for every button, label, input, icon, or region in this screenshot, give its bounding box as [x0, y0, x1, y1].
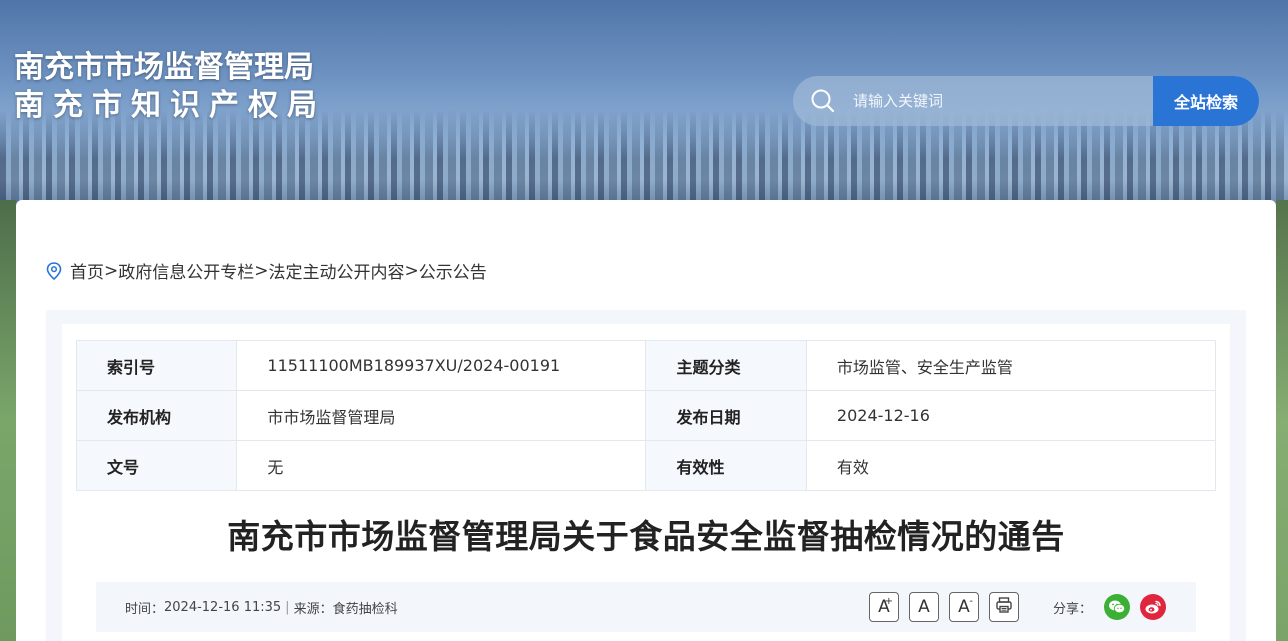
publish-date-value: 2024-12-16 — [805, 390, 1217, 441]
table-row: 索引号 11511100MB189937XU/2024-00191 主题分类 市… — [75, 340, 1217, 391]
article-info-bar: 时间： 2024-12-16 11:35 | 来源： 食药抽检科 A + A A- — [96, 582, 1196, 632]
topic-category-value: 市场监管、安全生产监管 — [805, 340, 1217, 391]
share-group: 分享： — [1053, 594, 1167, 620]
breadcrumb-gov-info[interactable]: 政府信息公开专栏 — [118, 258, 254, 283]
font-reset-label: A — [918, 597, 930, 617]
validity-value: 有效 — [805, 440, 1217, 491]
index-number-value: 11511100MB189937XU/2024-00191 — [236, 340, 647, 391]
background-edge-left — [0, 200, 16, 641]
background-edge-right — [1276, 200, 1288, 641]
document-number-label: 文号 — [75, 440, 238, 491]
font-reset-button[interactable]: A — [909, 592, 939, 622]
source-label: 来源： — [293, 601, 333, 617]
search-input[interactable] — [853, 76, 1153, 126]
article-tools: A + A A- — [869, 592, 1019, 622]
article-title: 南充市市场监督管理局关于食品安全监督抽检情况的通告 — [227, 517, 1065, 556]
font-decrease-sup: - — [969, 596, 973, 607]
publish-date-label: 发布日期 — [645, 390, 807, 441]
time-label: 时间： — [125, 601, 165, 617]
weibo-icon[interactable] — [1140, 594, 1167, 620]
breadcrumb-statutory-content[interactable]: 法定主动公开内容 — [269, 258, 405, 283]
metadata-table: 索引号 11511100MB189937XU/2024-00191 主题分类 市… — [75, 340, 1217, 491]
breadcrumb-separator: > — [104, 260, 119, 281]
breadcrumb-separator: > — [404, 260, 419, 281]
publisher-value: 市市场监督管理局 — [236, 390, 647, 441]
font-decrease-label: A — [958, 597, 970, 617]
info-divider: | — [285, 599, 290, 615]
font-increase-sup: + — [884, 596, 893, 607]
publisher-label: 发布机构 — [75, 390, 238, 441]
table-row: 文号 无 有效性 有效 — [75, 440, 1217, 491]
validity-label: 有效性 — [645, 440, 807, 491]
search-box: 全站检索 — [793, 76, 1259, 126]
time-value: 2024-12-16 11:35 — [164, 599, 282, 615]
document-number-value: 无 — [236, 440, 647, 491]
breadcrumb-home[interactable]: 首页 — [70, 258, 104, 283]
article-container: 索引号 11511100MB189937XU/2024-00191 主题分类 市… — [62, 324, 1230, 641]
wechat-icon[interactable] — [1104, 594, 1131, 620]
site-title-line2: 南充市知识产权局 — [14, 88, 326, 123]
breadcrumb-separator: > — [254, 260, 269, 281]
search-icon — [793, 76, 853, 126]
print-button[interactable] — [989, 592, 1019, 622]
site-title-line1: 南充市市场监督管理局 — [14, 50, 314, 85]
index-number-label: 索引号 — [75, 340, 238, 391]
site-search-button[interactable]: 全站检索 — [1153, 76, 1259, 126]
content-wrapper: 索引号 11511100MB189937XU/2024-00191 主题分类 市… — [46, 310, 1246, 641]
font-increase-button[interactable]: A + — [869, 592, 899, 622]
breadcrumb-public-notice[interactable]: 公示公告 — [419, 258, 487, 283]
source-value: 食药抽检科 — [332, 601, 398, 617]
share-label: 分享： — [1053, 601, 1093, 617]
site-title[interactable]: 南充市市场监督管理局 南充市知识产权局 — [14, 50, 326, 126]
print-icon — [995, 596, 1013, 619]
main-content-card: 首页 > 政府信息公开专栏 > 法定主动公开内容 > 公示公告 索引号 1151… — [16, 200, 1276, 641]
topic-category-label: 主题分类 — [645, 340, 807, 391]
font-decrease-button[interactable]: A- — [949, 592, 979, 622]
publish-info: 时间： 2024-12-16 11:35 | 来源： 食药抽检科 — [125, 598, 398, 617]
breadcrumb: 首页 > 政府信息公开专栏 > 法定主动公开内容 > 公示公告 — [46, 258, 487, 283]
location-pin-icon — [46, 261, 62, 280]
table-row: 发布机构 市市场监督管理局 发布日期 2024-12-16 — [75, 390, 1217, 441]
